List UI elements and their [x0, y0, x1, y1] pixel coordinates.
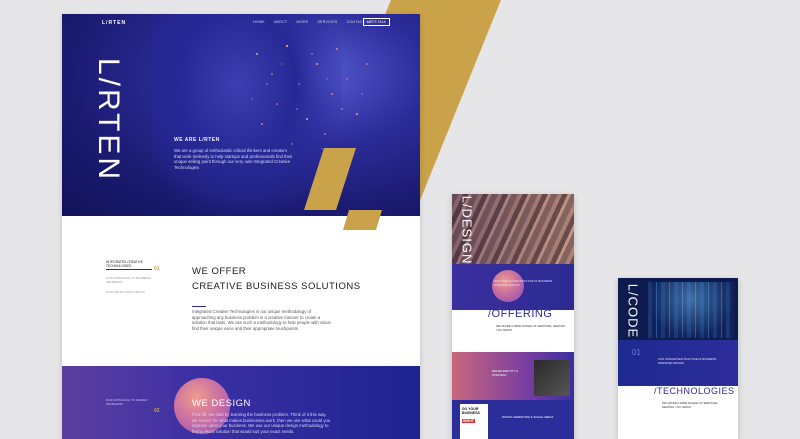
offer-title: WE OFFER CREATIVE BUSINESS SOLUTIONS [192, 266, 361, 292]
design-title: WE DESIGN [192, 398, 251, 409]
side-nav-item[interactable]: HOW WE DO WHAT WE DO [106, 290, 156, 294]
offer-side-nav: INTEGRATED CREATIVE TECHNOLOGIES OUR APP… [106, 260, 156, 294]
intro-text: OUR INTEGRATED PRACTICE IN BUSINESS ORIE… [658, 357, 717, 365]
vertical-brand-logo: L/CODE [625, 283, 641, 339]
divider [192, 306, 206, 307]
technologies-title: /TECHNOLOGIES [654, 386, 735, 396]
design-side-nav-item[interactable]: OUR APPROACH TO DESIGN PROBLEMS [106, 398, 156, 406]
service-card-image [534, 360, 570, 396]
service-card-label: BRAND IDENTITY & STRATEGY [492, 369, 518, 377]
offering-title: /OFFERING [488, 308, 553, 320]
book-title-highlight: RIGHT [462, 419, 475, 423]
section-number: 02 [154, 408, 160, 414]
desktop-mockup: L/RTEN HOME ABOUT WORK SERVICES CONTACT … [62, 14, 420, 439]
service-card-label: DIGITAL MARKETING & SOCIAL MEDIA [502, 415, 554, 419]
mobile-mockup-code: L/CODE 01 OUR INTEGRATED PRACTICE IN BUS… [618, 278, 738, 439]
book-title: DO YOUR BUSINESS [462, 407, 480, 415]
mobile-mockup-design: L/DESIGN OUR INTEGRATED PRACTICE IN BUSI… [452, 194, 574, 439]
design-description: First off, we start by learning the busi… [192, 412, 331, 434]
design-section: OUR APPROACH TO DESIGN PROBLEMS 02 WE DE… [62, 366, 420, 439]
side-nav-item[interactable]: OUR APPROACH TO BUSINESS PROBLEMS [106, 276, 156, 284]
vertical-brand-logo: L/DESIGN [459, 195, 475, 265]
offering-text: WE OFFER A WIDE RANGE OF SERVICES, HELPI… [496, 324, 566, 332]
offer-description: Integrated Creative Technologies is our … [192, 309, 331, 331]
intro-text: OUR INTEGRATED PRACTICE IN BUSINESS ORIE… [494, 279, 553, 287]
section-number: 01 [154, 266, 160, 272]
section-number: 01 [632, 348, 641, 357]
technologies-text: WE OFFER A WIDE RANGE OF SERVICES, HELPI… [662, 401, 719, 409]
side-nav-item-active[interactable]: INTEGRATED CREATIVE TECHNOLOGIES [106, 260, 152, 270]
